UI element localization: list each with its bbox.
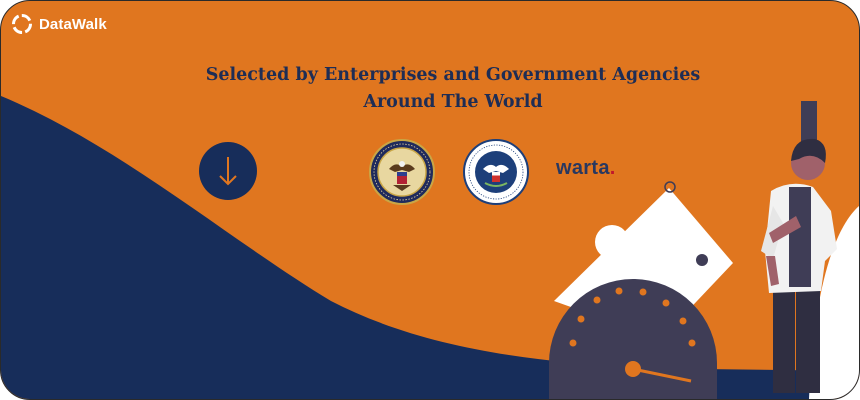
datawalk-logo-icon xyxy=(12,14,32,34)
headline-line-2: Around The World xyxy=(363,92,543,112)
datawalk-logo[interactable]: DataWalk xyxy=(11,13,107,35)
hero-banner: DataWalk Selected by Enterprises and Gov… xyxy=(0,0,860,400)
warta-logo: warta. xyxy=(556,157,616,180)
doj-seal-icon xyxy=(369,139,435,205)
warta-logo-dot: . xyxy=(609,157,616,179)
dhs-seal-icon xyxy=(463,139,529,205)
arrow-down-icon xyxy=(219,157,237,186)
warta-logo-text: warta xyxy=(556,157,610,179)
scroll-down-button[interactable] xyxy=(199,142,257,200)
headline-line-1: Selected by Enterprises and Government A… xyxy=(205,65,701,85)
brand-name: DataWalk xyxy=(39,15,107,33)
page-headline: Selected by Enterprises and Government A… xyxy=(151,62,755,116)
